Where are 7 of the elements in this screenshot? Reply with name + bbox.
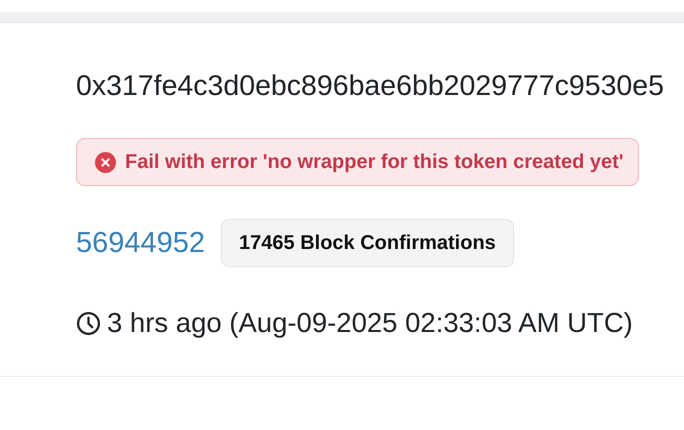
- error-message: Fail with error 'no wrapper for this token created yet': [125, 150, 624, 174]
- confirmations-badge: 17465 Block Confirmations: [221, 219, 514, 267]
- transaction-hash: 0x317fe4c3d0ebc896bae6bb2029777c9530e5: [76, 70, 665, 102]
- clock-icon: [76, 310, 101, 336]
- error-icon: [95, 152, 116, 172]
- block-number-link[interactable]: 56944952: [76, 226, 206, 260]
- timestamp: 3 hrs ago (Aug-09-2025 02:33:03 AM UTC): [107, 307, 633, 339]
